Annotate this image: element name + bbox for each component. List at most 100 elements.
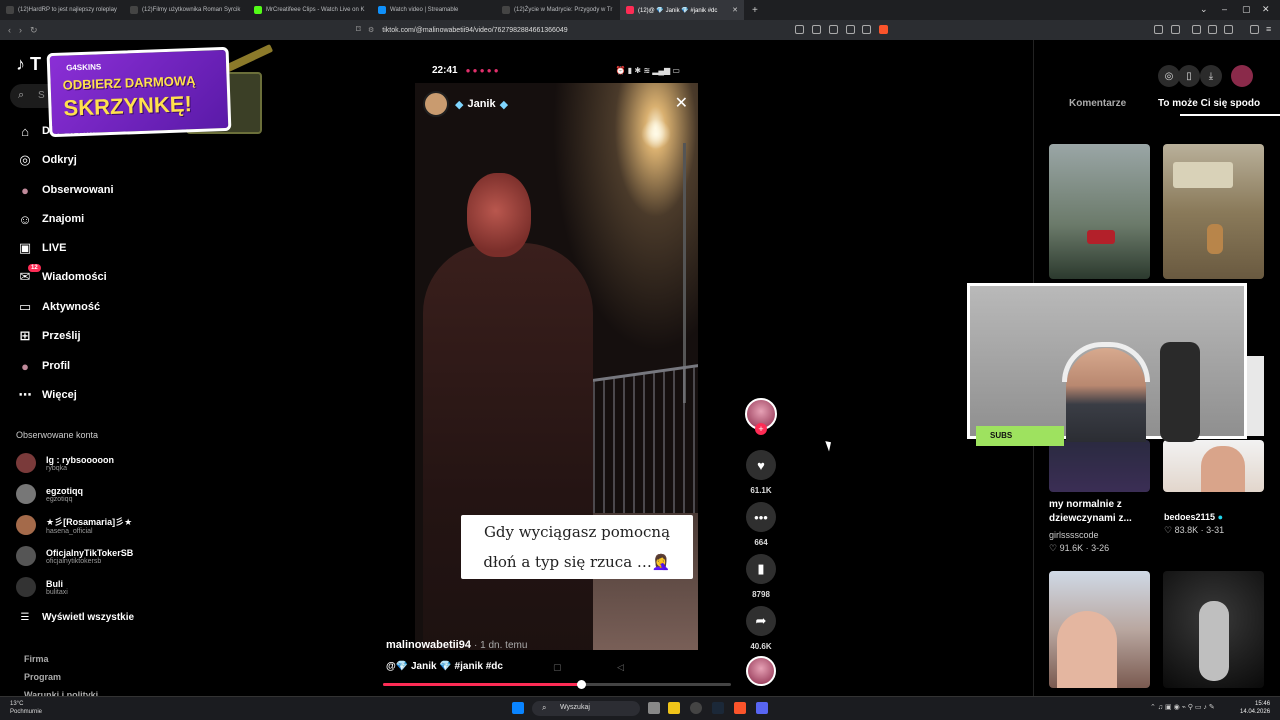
recommended-user-1[interactable]: girlsssscode: [1049, 530, 1099, 540]
download-icon[interactable]: ⤓: [1200, 65, 1222, 87]
discord-icon[interactable]: [756, 702, 768, 714]
phone-icon[interactable]: ▯: [1178, 65, 1200, 87]
reload-icon[interactable]: ↻: [30, 25, 38, 36]
sidebar-item-activity[interactable]: ▭ Aktywność: [16, 296, 100, 318]
menu-icon[interactable]: ≡: [1266, 24, 1271, 34]
tiktok-logo[interactable]: ♪ T: [16, 54, 41, 75]
sidebar-item-following[interactable]: ● Obserwowani: [16, 179, 113, 201]
new-tab-button[interactable]: +: [752, 5, 758, 16]
browser-tab[interactable]: (12)HardRP to jest najlepszy roleplay: [0, 0, 124, 20]
weather-widget[interactable]: 13°C Pochmurnie: [10, 700, 42, 716]
cast-icon[interactable]: [829, 25, 838, 34]
share-button[interactable]: ➦ 40.6K: [745, 606, 777, 651]
sidebar-item-profile[interactable]: ● Profil: [16, 355, 70, 377]
tab-recommended[interactable]: To może Ci się spodo: [1158, 98, 1280, 109]
recommended-video-thumb-3[interactable]: [1049, 440, 1150, 492]
close-window-button[interactable]: ✕: [1262, 4, 1270, 15]
close-icon[interactable]: ✕: [675, 93, 688, 113]
taskbar-search[interactable]: ⌕ Wyszukaj: [532, 701, 640, 716]
media-icon[interactable]: [1192, 25, 1201, 34]
tab-comments[interactable]: Komentarze: [1069, 98, 1126, 109]
browser-tab-bar: (12)HardRP to jest najlepszy roleplay (12…: [0, 0, 1280, 20]
recommended-video-thumb-4[interactable]: [1163, 440, 1264, 492]
tab-favicon-icon: [6, 6, 14, 14]
recommended-video-thumb-5[interactable]: [1049, 571, 1150, 688]
steam-icon[interactable]: [712, 702, 724, 714]
music-disc-avatar[interactable]: [746, 656, 776, 686]
sidebar-item-friends[interactable]: ☺ Znajomi: [16, 208, 84, 230]
share-icon[interactable]: [862, 25, 871, 34]
man-face-image: [1201, 446, 1245, 492]
followed-account[interactable]: OficjalnyTikTokerSB oficjalnytiktokersb: [16, 543, 133, 569]
site-info-icon[interactable]: ⚙: [368, 26, 374, 34]
video-author[interactable]: malinowabetii94 · 1 dn. temu: [386, 639, 527, 651]
tab-close-icon[interactable]: ✕: [732, 6, 738, 14]
follow-plus-icon[interactable]: +: [755, 423, 767, 435]
comment-button[interactable]: ••• 664: [745, 502, 777, 547]
video-caption: Gdy wyciągasz pomocną dłoń a typ się rzu…: [461, 515, 693, 579]
like-button[interactable]: ♥ 61.1K: [745, 450, 777, 495]
recommended-video-thumb-2[interactable]: [1163, 144, 1264, 279]
followed-account[interactable]: Buli bulitaxi: [16, 574, 68, 600]
pip-icon[interactable]: ▢: [553, 662, 562, 673]
video-player[interactable]: ◆ Janik ◆ ✕ Gdy wyciągasz pomocną dłoń a…: [415, 83, 698, 650]
brave-icon[interactable]: [734, 702, 746, 714]
task-view-icon[interactable]: [648, 702, 660, 714]
browser-tab[interactable]: (12)Życie w Madrycie: Przygody w Tr: [496, 0, 620, 20]
coins-icon[interactable]: ◎: [1158, 65, 1180, 87]
url-field[interactable]: ⚙ tiktok.com/@malinowabetii94/video/7627…: [368, 23, 908, 37]
sidebar-item-compass[interactable]: ◎ Odkryj: [16, 149, 77, 171]
browser-tab[interactable]: MrCreatifeee Clips - Watch Live on K: [248, 0, 372, 20]
clock[interactable]: 15:46 14.04.2026: [1240, 700, 1270, 716]
person-head: [467, 173, 531, 257]
sidebar-item-inbox[interactable]: ✉ 12 Wiadomości: [16, 264, 107, 288]
save-button[interactable]: ▮ 8798: [745, 554, 777, 599]
verified-icon: ●: [1217, 512, 1223, 522]
address-bar-row: ‹ › ↻ ⌑ ⚙ tiktok.com/@malinowabetii94/vi…: [0, 20, 1280, 40]
sidebar-item-live[interactable]: ▣ LIVE: [16, 237, 67, 259]
user-avatar[interactable]: [1231, 65, 1253, 87]
show-all-button[interactable]: ☰ Wyświetl wszystkie: [16, 606, 135, 628]
maximize-button[interactable]: ▢: [1242, 4, 1251, 15]
footer-link-company[interactable]: Firma: [24, 654, 49, 664]
followed-account[interactable]: ★彡[Rosamaria]彡★ hasena_official: [16, 512, 132, 538]
translate-icon[interactable]: [795, 25, 804, 34]
file-explorer-icon[interactable]: [668, 702, 680, 714]
recommended-video-thumb-1[interactable]: [1049, 144, 1150, 279]
followed-account[interactable]: Ig : rybsooooon rybqka: [16, 450, 114, 476]
bookmark-icon[interactable]: ⌑: [356, 24, 361, 35]
browser-tab[interactable]: (12)Filmy użytkownika Roman Syrcik: [124, 0, 248, 20]
sidebar-item-more[interactable]: ⋯ Więcej: [16, 384, 77, 406]
performer-image: [1199, 601, 1229, 681]
footer-link-program[interactable]: Program: [24, 672, 61, 682]
browser-tab[interactable]: (12)@ 💎 Janik 💎 #janik #dc ✕: [620, 0, 744, 20]
chrome-icon[interactable]: [690, 702, 702, 714]
extensions-icon[interactable]: [1154, 25, 1163, 34]
recommended-user-2[interactable]: bedoes2115 ●: [1164, 512, 1223, 522]
extension-icon[interactable]: [812, 25, 821, 34]
forward-icon[interactable]: ›: [19, 25, 22, 35]
browser-tab[interactable]: Watch video | Streamable: [372, 0, 496, 20]
brave-shield-icon[interactable]: [879, 25, 888, 34]
sidebar-toggle-icon[interactable]: [1208, 25, 1217, 34]
progress-thumb[interactable]: [577, 680, 587, 689]
vpn-icon[interactable]: [1250, 25, 1259, 34]
downloads-icon[interactable]: [1171, 25, 1180, 34]
start-icon[interactable]: [512, 702, 524, 714]
video-progress-bar[interactable]: [383, 680, 731, 689]
tab-title: (12)Filmy użytkownika Roman Syrcik: [142, 7, 241, 13]
wallet-icon[interactable]: [1224, 25, 1233, 34]
tray-icons[interactable]: ⌃ ♫ ▣ ◉ ⌁ ⚲ ▭ ♪ ✎: [1150, 703, 1215, 711]
minimize-button[interactable]: –: [1222, 4, 1227, 14]
mute-icon[interactable]: ◁: [617, 662, 624, 673]
account-handle: oficjalnytiktokersb: [46, 557, 102, 565]
recommended-video-thumb-6[interactable]: [1163, 571, 1264, 688]
recommended-caption-1[interactable]: my normalnie z dziewczynami z...: [1049, 498, 1157, 526]
followed-account[interactable]: egzotiqq egzotiqq: [16, 481, 83, 507]
more-icon: ⋯: [18, 387, 32, 402]
zoom-icon[interactable]: [846, 25, 855, 34]
video-tags[interactable]: @💎 Janik 💎 #janik #dc: [386, 661, 503, 672]
back-icon[interactable]: ‹: [8, 25, 11, 35]
minimize-icon[interactable]: ⌄: [1200, 4, 1208, 15]
sidebar-item-upload[interactable]: ⊞ Prześlij: [16, 325, 81, 347]
